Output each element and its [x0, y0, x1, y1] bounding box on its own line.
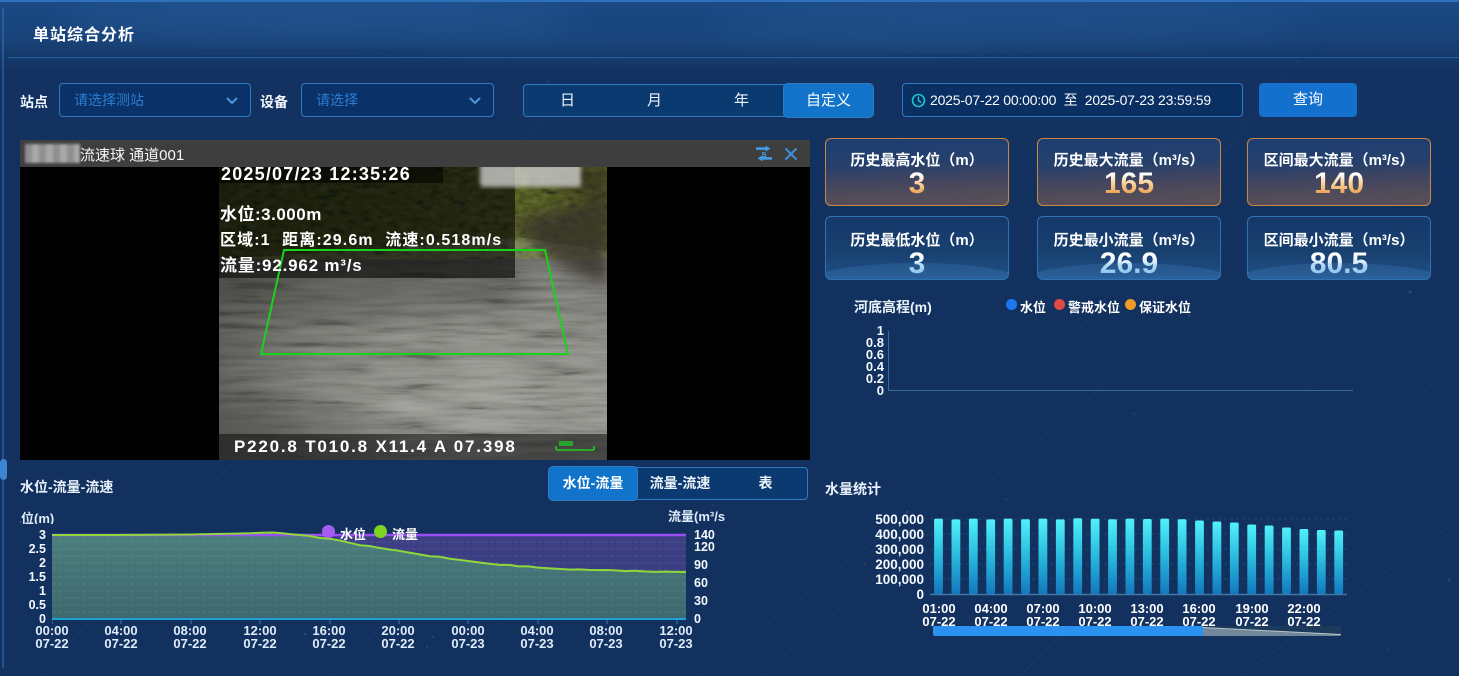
svg-text:2025/07/23 12:35:26: 2025/07/23 12:35:26 — [221, 167, 411, 184]
svg-text:水位:3.000m: 水位:3.000m — [220, 204, 322, 224]
svg-text:流量:92.962 m³/s: 流量:92.962 m³/s — [220, 256, 363, 275]
svg-text:s: s — [761, 149, 766, 160]
svg-text:区域:1 距离:29.6m 流速:0.518m/s: 区域:1 距离:29.6m 流速:0.518m/s — [220, 230, 502, 249]
svg-text:P220.8 T010.8 X11.4 A 07.398: P220.8 T010.8 X11.4 A 07.398 — [234, 437, 517, 456]
